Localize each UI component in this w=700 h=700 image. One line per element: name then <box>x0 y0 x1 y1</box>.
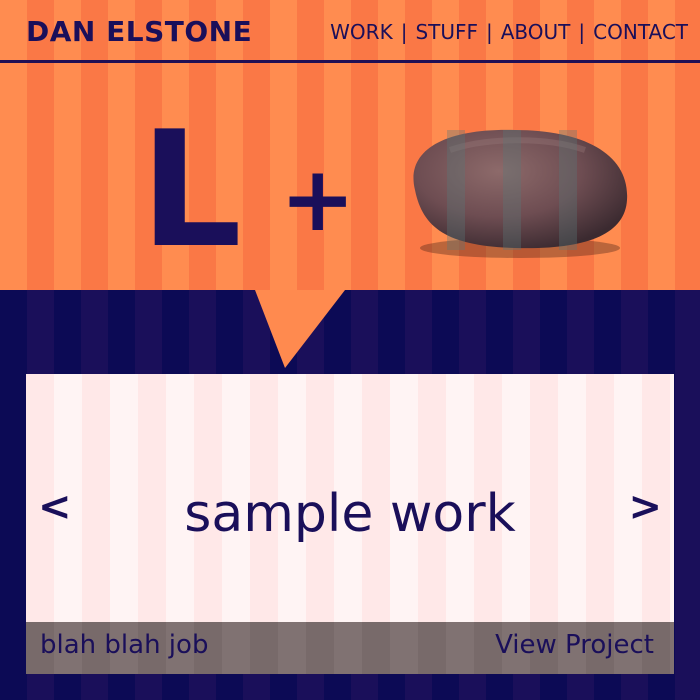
main-nav: WORK | STUFF | ABOUT | CONTACT <box>330 12 688 52</box>
nav-separator: | <box>578 20 586 44</box>
work-carousel: < sample work > blah blah job View Proje… <box>26 374 674 674</box>
speech-pointer <box>255 290 345 368</box>
carousel-footer: blah blah job View Project <box>26 622 674 674</box>
nav-item-contact[interactable]: CONTACT <box>593 20 688 44</box>
nav-separator: | <box>486 20 493 44</box>
logo-letter: L <box>140 96 242 283</box>
hero-banner: DAN ELSTONE WORK | STUFF | ABOUT | CONTA… <box>0 0 700 290</box>
logo-plus: + <box>280 147 356 252</box>
site-brand[interactable]: DAN ELSTONE <box>26 12 252 52</box>
nav-item-about[interactable]: ABOUT <box>501 20 571 44</box>
nav-separator: | <box>400 20 408 44</box>
rock-image <box>413 129 628 258</box>
view-project-link[interactable]: View Project <box>495 630 654 660</box>
carousel-title: sample work <box>184 484 516 544</box>
nav-item-stuff[interactable]: STUFF <box>415 20 478 44</box>
carousel-next-button[interactable]: > <box>628 484 662 530</box>
header-divider <box>0 60 700 63</box>
nav-item-work[interactable]: WORK <box>330 20 393 44</box>
project-caption: blah blah job <box>40 630 209 660</box>
